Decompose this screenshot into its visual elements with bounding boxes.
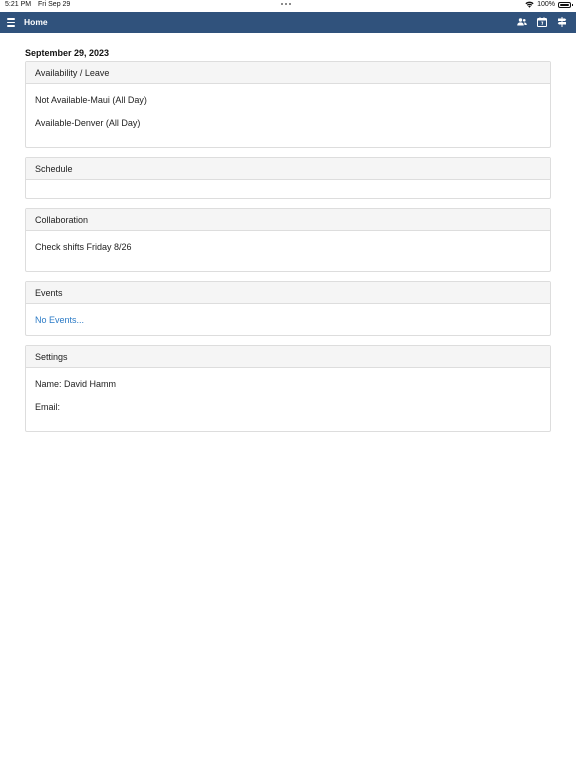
no-events-link[interactable]: No Events... [35,315,541,326]
availability-item[interactable]: Not Available-Maui (All Day) [35,95,541,106]
nav-bar: Home [0,12,576,33]
date-heading: September 29, 2023 [25,48,110,58]
availability-header: Availability / Leave [26,62,550,84]
schedule-header: Schedule [26,158,550,180]
settings-email: Email: [35,401,61,412]
status-time: 5:21 PM [5,1,32,8]
settings-body: Name: David Hamm Email: [26,368,550,413]
availability-body: Not Available-Maui (All Day) Available-D… [26,84,550,129]
users-icon[interactable] [516,16,528,28]
schedule-body [26,180,550,191]
status-left: 5:21 PM Fri Sep 29 [5,1,75,8]
events-header: Events [26,282,550,304]
menu-icon[interactable] [7,18,15,27]
collaboration-item[interactable]: Check shifts Friday 8/26 [35,242,541,253]
events-card: Events No Events... [25,281,551,336]
status-right: 100% [525,1,573,8]
wifi-icon [525,1,534,8]
schedule-card: Schedule [25,157,551,199]
multitasking-dots-icon[interactable] [281,3,295,7]
directions-icon[interactable] [556,16,568,28]
calendar-icon[interactable] [536,16,548,28]
status-bar: 5:21 PM Fri Sep 29 100% [0,0,576,12]
settings-header: Settings [26,346,550,368]
settings-card: Settings Name: David Hamm Email: [25,345,551,432]
events-body: No Events... [26,304,550,326]
battery-icon [558,1,573,8]
battery-percent: 100% [537,1,555,8]
availability-item[interactable]: Available-Denver (All Day) [35,118,541,129]
collaboration-body: Check shifts Friday 8/26 [26,231,550,253]
status-date: Fri Sep 29 [38,1,71,8]
page-title: Home [24,17,48,27]
availability-card: Availability / Leave Not Available-Maui … [25,61,551,148]
main-content: September 29, 2023 Availability / Leave … [25,48,551,441]
collaboration-card: Collaboration Check shifts Friday 8/26 [25,208,551,272]
settings-name: Name: David Hamm [35,379,117,389]
collaboration-header: Collaboration [26,209,550,231]
